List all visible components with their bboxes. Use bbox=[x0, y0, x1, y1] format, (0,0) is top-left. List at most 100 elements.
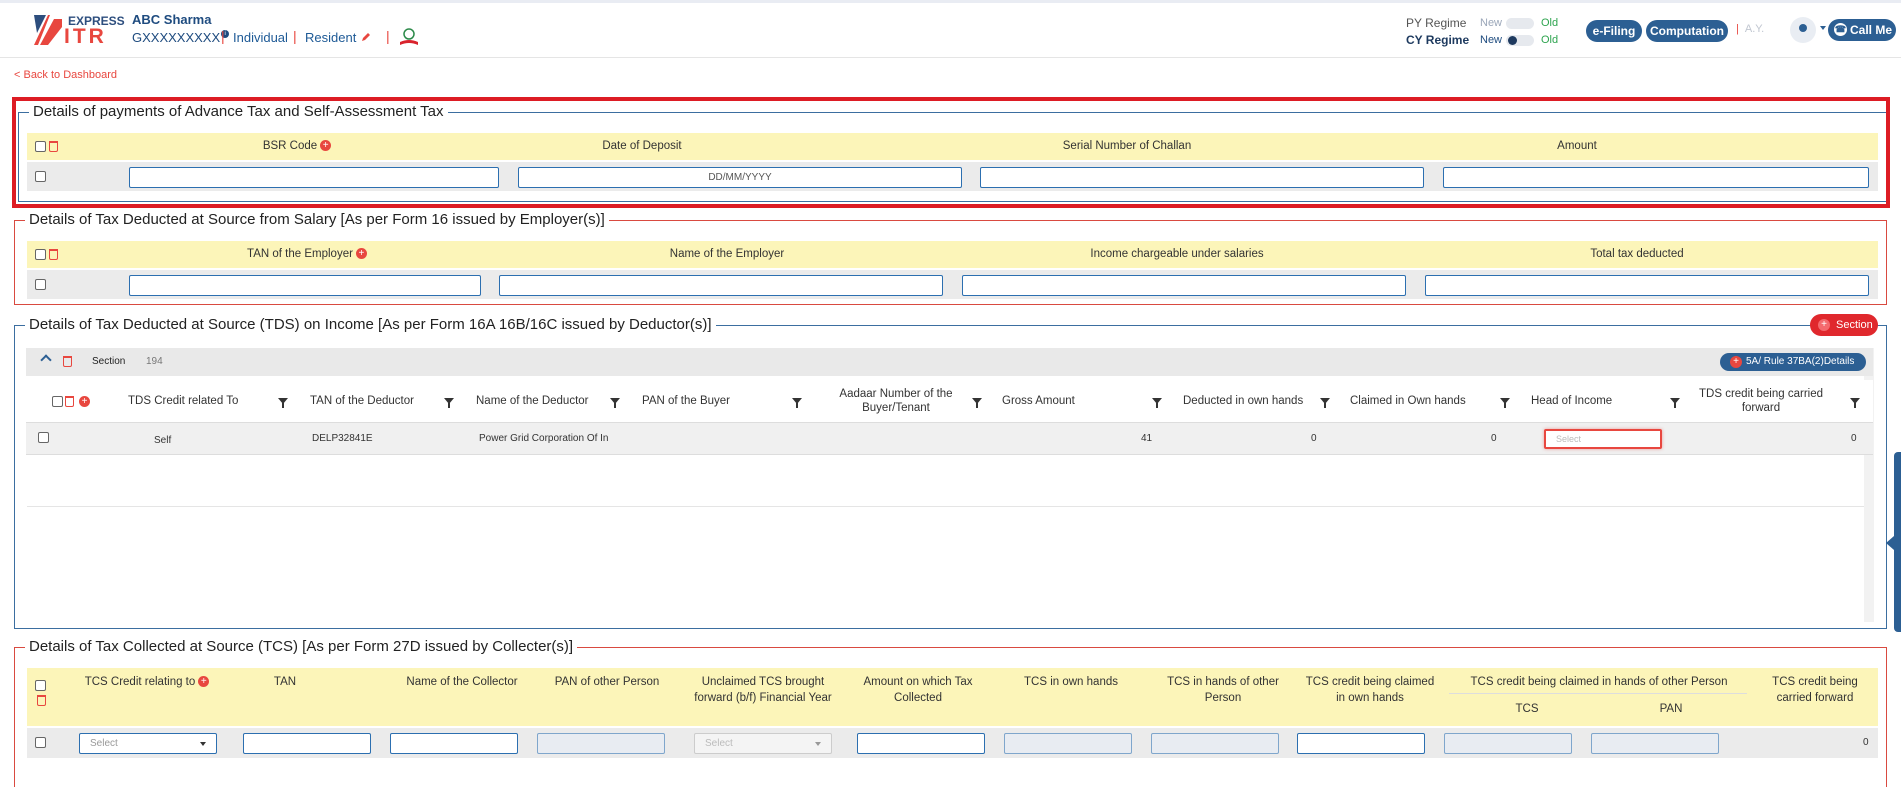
tds-salary-section: Details of Tax Deducted at Source from S… bbox=[14, 211, 1887, 305]
logo-mark-icon bbox=[34, 15, 62, 45]
tcs-other-hands-header: TCS in hands of other Person bbox=[1167, 676, 1279, 704]
sub-tcs-header: TCS bbox=[1515, 703, 1539, 715]
plus-icon: + bbox=[1730, 356, 1742, 368]
residency-link[interactable]: Resident bbox=[305, 30, 356, 45]
header-divider bbox=[1449, 693, 1747, 694]
user-avatar-icon[interactable] bbox=[1790, 17, 1816, 43]
filter-icon[interactable] bbox=[278, 398, 288, 408]
amount-collected-input[interactable] bbox=[857, 733, 985, 754]
tan-deductor-header: TAN of the Deductor bbox=[310, 395, 414, 407]
logo-itr-text: ITR bbox=[64, 25, 107, 48]
rule-37ba-button[interactable]: +5A/ Rule 37BA(2)Details bbox=[1720, 353, 1866, 371]
chevron-down-icon[interactable] bbox=[1820, 26, 1826, 30]
collector-name-input[interactable] bbox=[390, 733, 518, 754]
sub-pan-header: PAN bbox=[1659, 703, 1683, 715]
tan-deductor-cell: DELP32841E bbox=[312, 433, 373, 444]
tan-employer-input[interactable] bbox=[129, 275, 481, 296]
sub-pan-input bbox=[1591, 733, 1719, 754]
gross-amount-cell: 41 bbox=[1141, 433, 1153, 444]
income-salaries-input[interactable] bbox=[962, 275, 1406, 296]
row-checkbox[interactable] bbox=[35, 279, 46, 290]
add-icon[interactable]: + bbox=[198, 676, 210, 688]
filter-icon[interactable] bbox=[610, 398, 620, 408]
pan-other-header: PAN of other Person bbox=[554, 676, 660, 688]
add-icon[interactable]: + bbox=[79, 396, 90, 407]
income-salaries-header: Income chargeable under salaries bbox=[1090, 248, 1264, 260]
tcs-claimed-own-header: TCS credit being claimed in own hands bbox=[1305, 676, 1435, 704]
plus-icon: + bbox=[1818, 319, 1830, 331]
deductor-name-cell: Power Grid Corporation Of In bbox=[479, 433, 609, 444]
deductor-name-header: Name of the Deductor bbox=[476, 395, 589, 407]
section-bar: Section 194 +5A/ Rule 37BA(2)Details bbox=[26, 348, 1873, 376]
delete-icon[interactable] bbox=[37, 695, 46, 706]
filter-icon[interactable] bbox=[1670, 398, 1680, 408]
row-checkbox[interactable] bbox=[38, 432, 49, 443]
user-pan-row: GXXXXXXXXX i bbox=[132, 30, 230, 45]
add-icon[interactable]: + bbox=[355, 248, 367, 260]
employer-name-input[interactable] bbox=[499, 275, 943, 296]
total-tax-input[interactable] bbox=[1425, 275, 1869, 296]
express-itr-logo[interactable]: EXPRESS ITR bbox=[34, 12, 125, 48]
select-all-checkbox[interactable] bbox=[52, 396, 63, 407]
cy-old-label: Old bbox=[1541, 34, 1559, 46]
total-tax-header: Total tax deducted bbox=[1590, 248, 1684, 260]
head-of-income-select[interactable]: Select bbox=[1544, 429, 1662, 449]
assessment-year[interactable]: | A.Y. bbox=[1736, 23, 1764, 35]
edit-pencil-icon[interactable] bbox=[360, 31, 372, 43]
section-label: Section bbox=[92, 356, 126, 367]
tcs-header: TCS Credit relating to + TAN Name of the … bbox=[27, 668, 1878, 726]
tds-salary-title: Details of Tax Deducted at Source from S… bbox=[25, 211, 609, 228]
filter-icon[interactable] bbox=[444, 398, 454, 408]
add-section-button[interactable]: + Section bbox=[1810, 314, 1878, 336]
filter-icon[interactable] bbox=[1320, 398, 1330, 408]
filter-icon[interactable] bbox=[1500, 398, 1510, 408]
tds-credit-header: TDS Credit related To bbox=[128, 395, 239, 407]
computation-button[interactable]: Computation bbox=[1646, 20, 1728, 42]
filter-icon[interactable] bbox=[792, 398, 802, 408]
collector-name-header: Name of the Collector bbox=[406, 676, 518, 688]
section-value: 194 bbox=[146, 356, 163, 367]
efiling-button[interactable]: e-Filing bbox=[1586, 20, 1642, 42]
back-to-dashboard-link[interactable]: < Back to Dashboard bbox=[14, 69, 117, 81]
tds-table-header: + TDS Credit related To TAN of the Deduc… bbox=[26, 380, 1873, 422]
delete-icon[interactable] bbox=[49, 249, 58, 260]
select-all-checkbox[interactable] bbox=[35, 680, 46, 691]
cy-regime-label: CY Regime bbox=[1406, 33, 1470, 47]
py-regime-label: PY Regime bbox=[1406, 16, 1467, 30]
delete-icon[interactable] bbox=[63, 356, 72, 367]
tds-carried-header: TDS credit being carried forward bbox=[1699, 388, 1823, 414]
separator: | bbox=[386, 28, 390, 44]
tds-table-empty-area bbox=[27, 506, 1874, 618]
side-panel-tab[interactable] bbox=[1894, 452, 1901, 632]
status-link[interactable]: Individual bbox=[233, 30, 288, 45]
tds-income-title: Details of Tax Deducted at Source (TDS) … bbox=[25, 316, 716, 333]
tcs-row: Select Select 0 bbox=[27, 728, 1878, 758]
tan-input[interactable] bbox=[243, 733, 371, 754]
pan-other-input bbox=[537, 733, 665, 754]
tds-salary-header: TAN of the Employer + Name of the Employe… bbox=[27, 241, 1878, 268]
tcs-claimed-own-input[interactable] bbox=[1297, 733, 1425, 754]
cy-new-label: New bbox=[1480, 34, 1503, 46]
delete-icon[interactable] bbox=[65, 396, 74, 407]
filter-icon[interactable] bbox=[1152, 398, 1162, 408]
highlight-box bbox=[12, 97, 1890, 208]
claimed-own-cell: 0 bbox=[1491, 433, 1497, 444]
tcs-credit-select[interactable]: Select bbox=[79, 733, 217, 754]
top-strip bbox=[0, 0, 1901, 3]
call-me-button[interactable]: ☎ Call Me bbox=[1828, 19, 1896, 41]
chevron-left-icon[interactable] bbox=[1886, 536, 1894, 550]
cy-regime-toggle[interactable] bbox=[1506, 35, 1534, 46]
chevron-up-icon[interactable] bbox=[40, 354, 52, 366]
top-header: EXPRESS ITR ABC Sharma GXXXXXXXXX i | Ind… bbox=[0, 0, 1901, 58]
select-all-checkbox[interactable] bbox=[35, 249, 46, 260]
gross-amount-header: Gross Amount bbox=[1002, 395, 1075, 407]
tcs-own-hands-input bbox=[1004, 733, 1132, 754]
head-of-income-header: Head of Income bbox=[1531, 395, 1613, 407]
sub-tcs-input bbox=[1444, 733, 1572, 754]
row-checkbox[interactable] bbox=[35, 737, 46, 748]
filter-icon[interactable] bbox=[1850, 398, 1860, 408]
aadhaar-buyer-header: Aadaar Number of the Buyer/Tenant bbox=[839, 388, 953, 414]
income-tax-dept-icon bbox=[400, 28, 418, 45]
py-old-label: Old bbox=[1541, 17, 1559, 29]
filter-icon[interactable] bbox=[972, 398, 982, 408]
